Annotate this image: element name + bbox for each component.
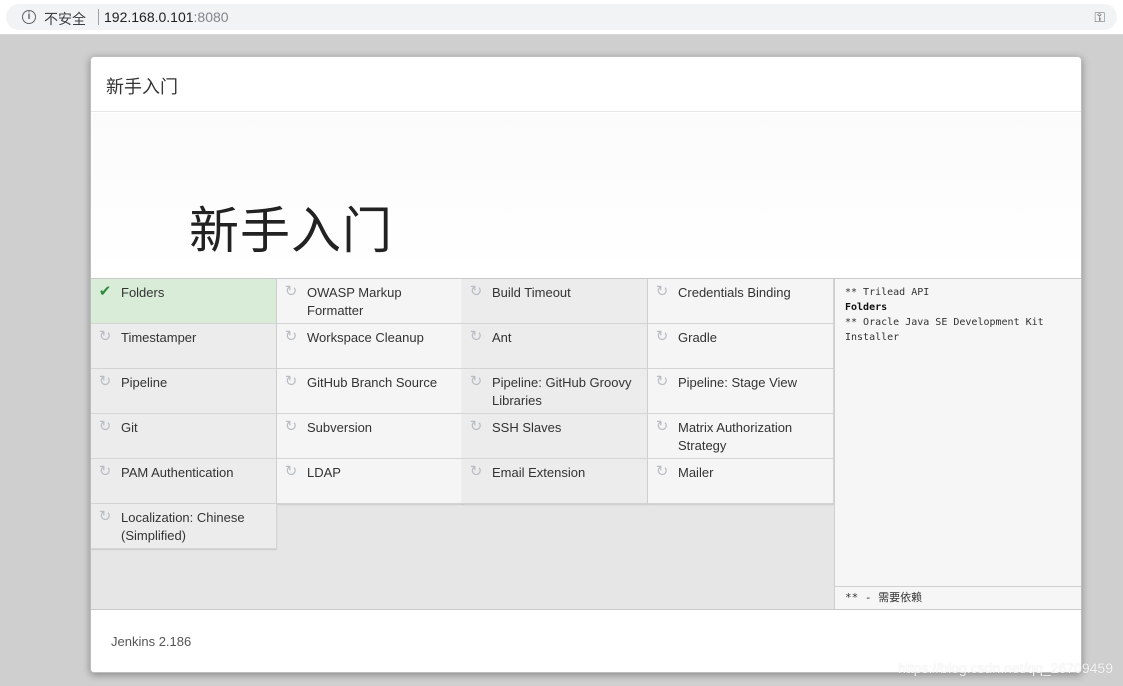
dialog-header: 新手入门	[91, 57, 1081, 112]
url-text[interactable]: 192.168.0.101:8080	[104, 9, 229, 25]
refresh-icon: ↻	[98, 373, 112, 390]
check-icon: ✔	[98, 283, 112, 300]
plugin-label: Subversion	[307, 420, 373, 435]
setup-wizard-dialog: 新手入门 新手入门 ✔ Folders ↻ OWASP Markup Formatte…	[90, 56, 1082, 673]
refresh-icon: ↻	[98, 463, 112, 480]
refresh-icon: ↻	[284, 328, 298, 345]
plugin-item: ↻ Ant	[462, 324, 648, 369]
plugin-item: ↻ Mailer	[648, 459, 834, 504]
info-icon[interactable]: i	[22, 10, 36, 24]
plugin-item: ↻ PAM Authentication	[91, 459, 277, 504]
plugin-item: ↻ Subversion	[277, 414, 463, 459]
plugin-label: SSH Slaves	[492, 420, 562, 435]
plugin-label: Timestamper	[121, 330, 197, 345]
plugin-label: Git	[121, 420, 138, 435]
plugin-label: OWASP Markup Formatter	[307, 285, 402, 318]
refresh-icon: ↻	[655, 418, 669, 435]
dependency-log-line: ** Oracle Java SE Development Kit Instal…	[845, 317, 1044, 343]
plugin-label: Build Timeout	[492, 285, 571, 300]
url-port: :8080	[193, 9, 229, 25]
plugin-label: Email Extension	[492, 465, 586, 480]
plugin-item: ↻ Matrix Authorization Strategy	[648, 414, 834, 459]
refresh-icon: ↻	[98, 508, 112, 525]
refresh-icon: ↻	[655, 328, 669, 345]
omnibox[interactable]: i 不安全 192.168.0.101:8080 ⚿	[6, 4, 1117, 30]
dependency-log-line: Folders	[845, 302, 888, 313]
plugin-label: Pipeline: Stage View	[678, 375, 798, 390]
plugin-label: Pipeline	[121, 375, 168, 390]
plugin-item: ↻ Git	[91, 414, 277, 459]
url-host: 192.168.0.101	[104, 9, 194, 25]
dependency-log: ** Trilead API Folders ** Oracle Java SE D…	[845, 285, 1081, 345]
dialog-title: 新手入门	[106, 77, 178, 97]
plugin-install-area: ✔ Folders ↻ OWASP Markup Formatter ↻ Build Ti…	[91, 278, 1081, 610]
plugin-item: ↻ SSH Slaves	[462, 414, 648, 459]
plugin-item: ✔ Folders	[91, 279, 277, 324]
refresh-icon: ↻	[284, 283, 298, 300]
refresh-icon: ↻	[98, 418, 112, 435]
security-label[interactable]: 不安全	[44, 9, 86, 29]
plugin-label: Mailer	[678, 465, 714, 480]
refresh-icon: ↻	[284, 373, 298, 390]
refresh-icon: ↻	[98, 328, 112, 345]
refresh-icon: ↻	[469, 328, 483, 345]
plugin-item: ↻ Pipeline	[91, 369, 277, 414]
plugin-item: ↻ Gradle	[648, 324, 834, 369]
refresh-icon: ↻	[655, 283, 669, 300]
hero-title: 新手入门	[189, 203, 393, 259]
plugin-item: ↻ OWASP Markup Formatter	[277, 279, 463, 324]
plugin-item: ↻ GitHub Branch Source	[277, 369, 463, 414]
refresh-icon: ↻	[284, 418, 298, 435]
plugin-item: ↻ Localization: Chinese (Simplified)	[91, 504, 277, 549]
refresh-icon: ↻	[469, 418, 483, 435]
refresh-icon: ↻	[469, 373, 483, 390]
watermark: https://blog.csdn.net/qq_26709459	[898, 660, 1113, 676]
refresh-icon: ↻	[284, 463, 298, 480]
plugin-label: Localization: Chinese (Simplified)	[121, 510, 245, 543]
plugin-item: ↻ Pipeline: Stage View	[648, 369, 834, 414]
plugin-item: ↻ Credentials Binding	[648, 279, 834, 324]
plugin-grid: ✔ Folders ↻ OWASP Markup Formatter ↻ Build Ti…	[91, 279, 834, 609]
browser-address-bar: i 不安全 192.168.0.101:8080 ⚿	[0, 0, 1123, 35]
refresh-icon: ↻	[469, 463, 483, 480]
plugin-item: ↻ Workspace Cleanup	[277, 324, 463, 369]
plugin-label: GitHub Branch Source	[307, 375, 438, 390]
dependency-log-line: ** Trilead API	[845, 287, 930, 298]
plugin-item: ↻ LDAP	[277, 459, 463, 504]
refresh-icon: ↻	[655, 373, 669, 390]
plugin-label: Ant	[492, 330, 512, 345]
plugin-item: ↻ Pipeline: GitHub Groovy Libraries	[462, 369, 648, 414]
plugin-label: Folders	[121, 285, 165, 300]
key-icon[interactable]: ⚿	[1094, 9, 1105, 26]
omnibox-separator	[98, 9, 99, 25]
plugin-label: Gradle	[678, 330, 718, 345]
jenkins-version: Jenkins 2.186	[111, 634, 192, 649]
plugin-label: Workspace Cleanup	[307, 330, 424, 345]
plugin-label: PAM Authentication	[121, 465, 234, 480]
refresh-icon: ↻	[469, 283, 483, 300]
plugin-item: ↻ Email Extension	[462, 459, 648, 504]
dependency-legend: ** - 需要依赖	[835, 586, 1081, 609]
plugin-label: Pipeline: GitHub Groovy Libraries	[492, 375, 632, 408]
plugin-item: ↻ Timestamper	[91, 324, 277, 369]
hero-section: 新手入门	[91, 113, 1081, 329]
plugin-label: Credentials Binding	[678, 285, 791, 300]
refresh-icon: ↻	[655, 463, 669, 480]
plugin-label: Matrix Authorization Strategy	[678, 420, 793, 453]
plugin-item: ↻ Build Timeout	[462, 279, 648, 324]
dependency-log-panel: ** Trilead API Folders ** Oracle Java SE D…	[834, 279, 1081, 609]
plugin-label: LDAP	[307, 465, 341, 480]
